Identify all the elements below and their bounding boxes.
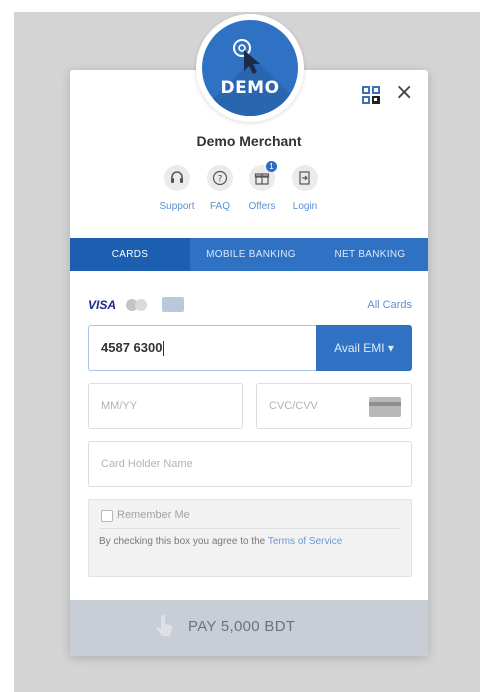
card-holder-input[interactable]: Card Holder Name <box>88 441 412 487</box>
cvc-input[interactable]: CVC/CVV <box>256 383 412 429</box>
divider <box>99 528 401 529</box>
cvc-placeholder: CVC/CVV <box>269 400 318 412</box>
all-cards-link[interactable]: All Cards <box>340 299 412 311</box>
card-holder-placeholder: Card Holder Name <box>101 458 193 470</box>
terms-text: By checking this box you agree to the Te… <box>99 534 399 549</box>
tab-mobile-banking[interactable]: MOBILE BANKING <box>190 238 312 271</box>
card-number-input[interactable]: 4587 6300 <box>88 325 316 371</box>
login-icon <box>299 171 310 185</box>
remember-me-label: Remember Me <box>117 509 190 521</box>
offers-label: Offers <box>248 201 276 212</box>
tap-hand-icon <box>156 615 173 636</box>
logo-text: DEMO <box>220 78 280 98</box>
text-cursor <box>163 341 165 357</box>
offers-link[interactable]: 1 Offers <box>242 161 282 212</box>
svg-text:?: ? <box>218 175 223 185</box>
login-label: Login <box>292 201 318 212</box>
terms-link[interactable]: Terms of Service <box>268 536 342 547</box>
remember-me-box: Remember Me By checking this box you agr… <box>88 499 412 577</box>
pay-label: PAY 5,000 BDT <box>188 618 296 635</box>
login-link[interactable]: Login <box>285 165 325 212</box>
qr-code-icon[interactable] <box>362 86 380 104</box>
faq-link[interactable]: ? FAQ <box>200 165 240 212</box>
pay-button[interactable]: PAY 5,000 BDT <box>70 600 428 656</box>
amex-icon <box>162 297 184 312</box>
tab-net-banking[interactable]: NET BANKING <box>312 238 428 271</box>
terms-prefix: By checking this box you agree to the <box>99 536 268 547</box>
gift-icon <box>254 173 270 185</box>
merchant-name: Demo Merchant <box>196 133 302 149</box>
cursor-icon <box>233 39 260 74</box>
remember-me-checkbox[interactable] <box>101 510 113 522</box>
card-number-value: 4587 6300 <box>101 340 163 355</box>
visa-logo: VISA <box>88 298 117 312</box>
support-label: Support <box>159 201 195 212</box>
expiry-placeholder: MM/YY <box>101 400 138 412</box>
payment-method-tabs: CARDS MOBILE BANKING NET BANKING <box>70 238 428 271</box>
expiry-input[interactable]: MM/YY <box>88 383 243 429</box>
mastercard-icon <box>126 299 147 311</box>
tab-cards[interactable]: CARDS <box>70 238 190 271</box>
avail-emi-button[interactable]: Avail EMI ▾ <box>316 325 412 371</box>
offers-badge: 1 <box>266 161 277 172</box>
card-back-icon <box>369 397 401 417</box>
question-icon: ? <box>212 170 228 186</box>
merchant-logo: DEMO <box>196 14 304 122</box>
headset-icon <box>171 171 183 183</box>
support-link[interactable]: Support <box>157 165 197 212</box>
close-icon[interactable]: × <box>395 82 413 104</box>
faq-label: FAQ <box>209 201 230 212</box>
